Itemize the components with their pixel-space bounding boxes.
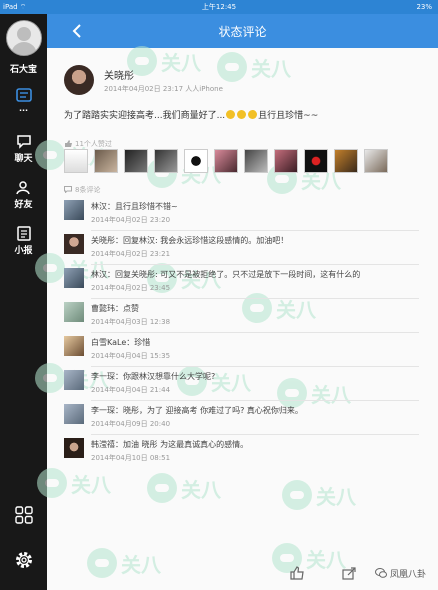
brand-watermark: 凤凰八卦 [375, 567, 426, 580]
smile-emoji-icon [248, 110, 258, 119]
comment-avatar[interactable] [64, 438, 84, 458]
sidebar-item-news[interactable]: 小报 [0, 226, 47, 256]
like-thumb-icon[interactable] [290, 566, 304, 580]
sidebar-dots: ... [18, 104, 29, 113]
comment-avatar[interactable] [64, 234, 84, 254]
post-text-tail: 且行且珍惜~~ [258, 111, 319, 121]
comment-text: 曹懿玮：点赞 [91, 304, 139, 313]
liker-avatar[interactable] [184, 149, 208, 173]
comment-avatar[interactable] [64, 302, 84, 322]
comment-time: 2014年04月02日 23:20 [91, 216, 171, 224]
liker-avatar[interactable] [244, 149, 268, 173]
comment-time: 2014年04月02日 23:21 [91, 250, 171, 258]
sidebar: 石大宝 ... 聊天 好友 小报 [0, 14, 47, 590]
header-bar: 状态评论 [47, 14, 438, 48]
comment-avatar[interactable] [64, 336, 84, 356]
comment-time: 2014年04月09日 20:40 [91, 420, 171, 428]
liker-avatar[interactable] [124, 149, 148, 173]
news-icon [16, 226, 31, 241]
brand-name: 凤凰八卦 [389, 570, 426, 580]
watermark: 关八 [37, 468, 111, 498]
page-title: 状态评论 [218, 25, 267, 39]
comment-text: 林汉：且行且珍惜不错~ [91, 202, 178, 211]
divider [91, 298, 419, 299]
post-author-name[interactable]: 关晓彤 [104, 67, 134, 82]
comment-time: 2014年04月02日 23:45 [91, 284, 171, 292]
status-time: 上午12:45 [201, 3, 237, 11]
bottom-action-bar: 凤凰八卦 [47, 556, 438, 590]
thumb-up-icon [65, 140, 72, 147]
status-bar: iPad ⌔ 上午12:45 23% [0, 0, 438, 14]
comment-text: 李一琛：你跟林汉想靠什么大学呢? [91, 372, 216, 381]
comment-text: 韩滢禧：加油 晓彤 为这最真诚真心的感情。 [91, 440, 249, 449]
status-feed-icon [15, 88, 32, 102]
divider [91, 434, 419, 435]
liker-avatar[interactable] [274, 149, 298, 173]
comment-text: 李一琛：晓彤，为了 迎接高考 你难过了吗? 真心祝你归来。 [91, 406, 303, 415]
liker-avatar[interactable] [364, 149, 388, 173]
watermark: 关八 [127, 46, 201, 76]
avatar[interactable] [6, 20, 42, 56]
sidebar-item-status[interactable]: ... [0, 88, 47, 114]
comments-count-label: 8条评论 [75, 186, 101, 194]
share-icon[interactable] [342, 566, 356, 580]
comment-text: 白雪KaLe：珍惜 [91, 338, 151, 347]
likes-header: 11个人赞过 [64, 139, 112, 149]
liker-avatar[interactable] [154, 149, 178, 173]
liker-avatar[interactable] [304, 149, 328, 173]
sidebar-item-label: 好友 [14, 200, 33, 210]
comment-avatar[interactable] [64, 404, 84, 424]
smile-emoji-icon [237, 110, 247, 119]
comment-avatar[interactable] [64, 268, 84, 288]
comment-time: 2014年04月03日 12:38 [91, 318, 171, 326]
divider [91, 230, 419, 231]
comment-avatar[interactable] [64, 370, 84, 390]
divider [91, 366, 419, 367]
chat-icon [16, 135, 31, 149]
comments-header: 8条评论 [64, 185, 100, 195]
sidebar-item-label: 小报 [14, 246, 33, 256]
wechat-icon [375, 568, 388, 578]
divider [91, 264, 419, 265]
watermark: 关八 [282, 480, 356, 510]
comment-time: 2014年04月04日 21:44 [91, 386, 171, 394]
post-author-avatar[interactable] [64, 65, 94, 95]
status-detail: 关八 关八 关八 关八 关八 关八 关八 关八 关八 关八 关八 关八 关八 关… [35, 46, 438, 590]
apps-grid-icon[interactable] [15, 506, 33, 524]
watermark: 关八 [277, 378, 351, 408]
battery-level: 23% [416, 3, 432, 11]
comment-time: 2014年04月10日 08:51 [91, 454, 171, 462]
post-text: 为了踏踏实实迎接高考...我们商量好了... 且行且珍惜~~ [64, 108, 318, 121]
divider [91, 332, 419, 333]
sidebar-user-name: 石大宝 [9, 65, 37, 75]
watermark: 关八 [147, 473, 221, 503]
liker-avatar[interactable] [64, 149, 88, 173]
liker-avatar[interactable] [94, 149, 118, 173]
comment-text: 关晓彤：回复林汉: 我会永远珍惜这段感情的。加油吧！ [91, 236, 289, 245]
post-meta: 2014年04月02日 23:17 人人iPhone [104, 85, 223, 93]
likes-count-label: 11个人赞过 [75, 140, 112, 148]
smile-emoji-icon [226, 110, 236, 119]
sidebar-item-friends[interactable]: 好友 [0, 180, 47, 210]
comment-bubble-icon [64, 186, 72, 193]
watermark: 关八 [217, 52, 291, 82]
settings-gear-icon[interactable] [14, 550, 34, 570]
divider [91, 400, 419, 401]
sidebar-item-label: 聊天 [14, 154, 33, 164]
comment-text: 林汉：回复关晓彤: 可又不是被拒绝了。只不过是放下一段时间，这有什么的 [91, 270, 361, 279]
friends-icon [15, 181, 30, 195]
liker-avatar[interactable] [334, 149, 358, 173]
post-text-main: 为了踏踏实实迎接高考...我们商量好了... [64, 111, 226, 121]
liker-avatar[interactable] [214, 149, 238, 173]
comment-avatar[interactable] [64, 200, 84, 220]
comment-time: 2014年04月04日 15:35 [91, 352, 171, 360]
